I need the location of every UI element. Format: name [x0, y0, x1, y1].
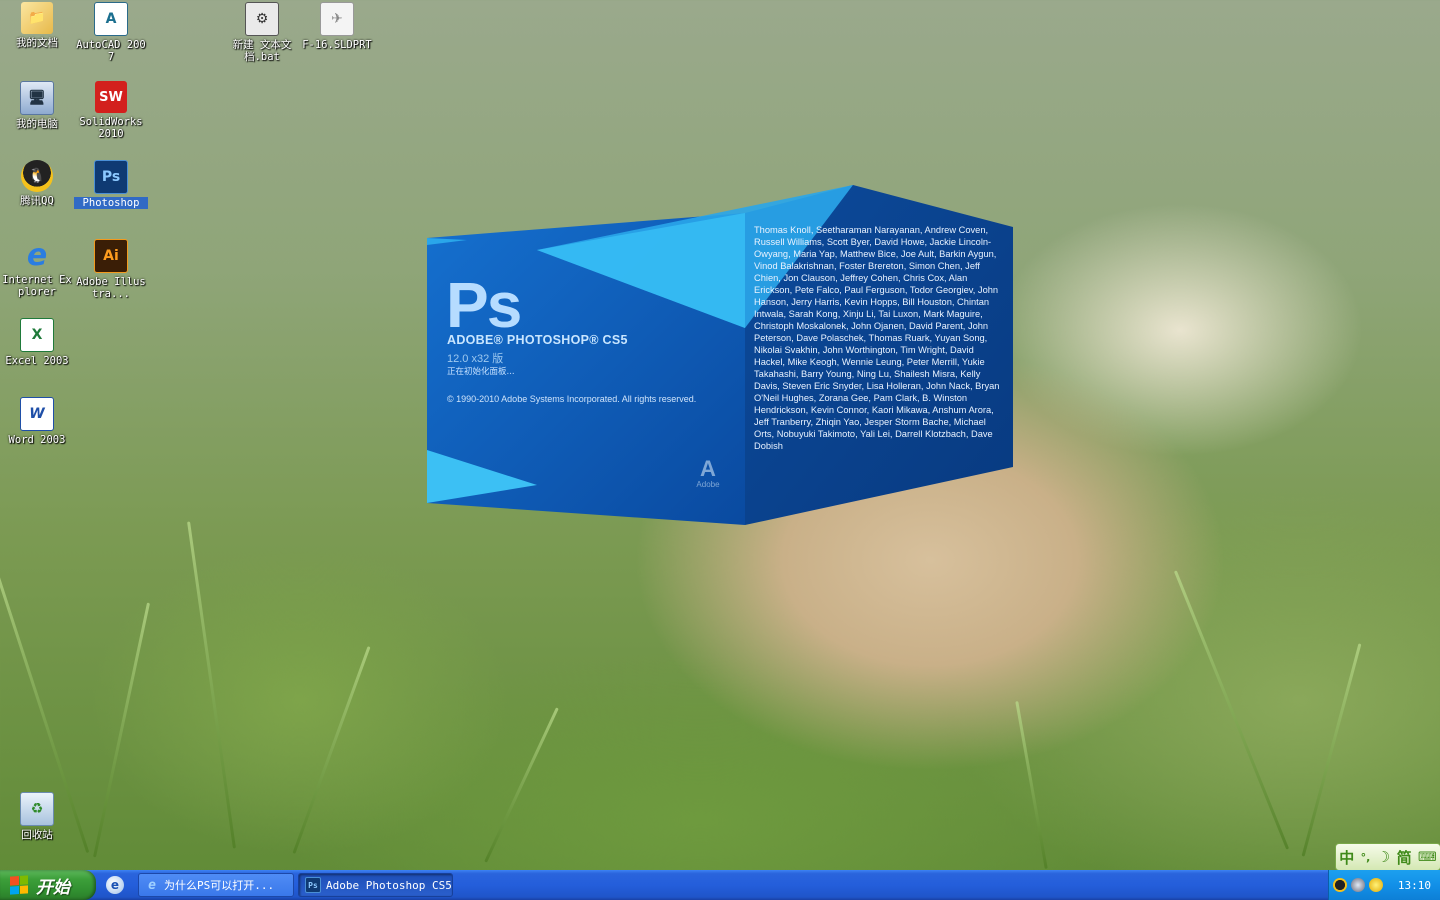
- ime-punct-toggle[interactable]: °,: [1361, 851, 1371, 864]
- solidworks-icon: SW: [95, 81, 127, 113]
- security-tray-icon[interactable]: [1369, 878, 1383, 892]
- qq-tray-icon[interactable]: [1333, 878, 1347, 892]
- desktop-icon-internet-explorer[interactable]: e Internet Explorer: [0, 237, 74, 299]
- adobe-logo: A Adobe: [696, 456, 720, 490]
- word-icon: W: [20, 397, 54, 431]
- taskbar-button-ie-window[interactable]: e 为什么PS可以打开...: [138, 873, 294, 897]
- desktop-icon-batch-file[interactable]: ⚙ 新建 文本文档.bat: [225, 2, 299, 63]
- photoshop-logo: Ps: [446, 269, 522, 341]
- desktop-icon-my-computer[interactable]: 🖥 我的电脑: [0, 81, 74, 130]
- desktop-icon-illustrator[interactable]: Ai Adobe Illustra...: [74, 239, 148, 300]
- my-computer-icon: 🖥: [20, 81, 54, 115]
- desktop-icon-recycle-bin[interactable]: ♻ 回收站: [0, 792, 74, 841]
- desktop-icon-photoshop[interactable]: Ps Photoshop: [74, 160, 148, 209]
- version-label: 12.0 x32 版: [447, 353, 504, 365]
- ime-language-bar[interactable]: 中 °, ☽ 简 ⌨: [1335, 843, 1440, 871]
- photoshop-icon: Ps: [305, 877, 321, 893]
- taskbar-button-label: Adobe Photoshop CS5: [326, 878, 452, 892]
- ime-simplified-toggle[interactable]: 简: [1397, 847, 1412, 868]
- autocad-icon: A: [94, 2, 128, 36]
- keyboard-icon[interactable]: ⌨: [1418, 850, 1437, 865]
- credits-list: Thomas Knoll, Seetharaman Narayanan, And…: [754, 225, 1000, 451]
- product-name: ADOBE® PHOTOSHOP® CS5: [447, 333, 628, 347]
- taskbar-button-label: 为什么PS可以打开...: [164, 879, 275, 892]
- start-label: 开始: [36, 877, 70, 898]
- copyright-notice: © 1990-2010 Adobe Systems Incorporated. …: [447, 394, 697, 404]
- system-tray: 13:10: [1328, 870, 1440, 900]
- taskbar-button-photoshop[interactable]: Ps Adobe Photoshop CS5: [298, 873, 453, 897]
- excel-icon: X: [20, 318, 54, 352]
- recycle-bin-icon: ♻: [20, 792, 54, 826]
- desktop-icon-solidworks[interactable]: SW SolidWorks 2010: [74, 81, 148, 140]
- desktop-icon-word[interactable]: W Word 2003: [0, 397, 74, 446]
- qq-icon: 🐧: [21, 160, 53, 192]
- desktop-icon-excel[interactable]: X Excel 2003: [0, 318, 74, 367]
- desktop-icon-qq[interactable]: 🐧 腾讯QQ: [0, 160, 74, 207]
- network-tray-icon[interactable]: [1351, 878, 1365, 892]
- taskbar: 开始 e e 为什么PS可以打开... Ps Adobe Photoshop C…: [0, 870, 1440, 900]
- loading-status: 正在初始化面板...: [447, 367, 515, 377]
- my-documents-icon: 📁: [21, 2, 53, 34]
- sldprt-file-icon: ✈: [320, 2, 354, 36]
- windows-flag-icon: [10, 875, 28, 895]
- start-button[interactable]: 开始: [0, 870, 96, 900]
- desktop-icon-autocad[interactable]: A AutoCAD 2007: [74, 2, 148, 63]
- moon-icon[interactable]: ☽: [1377, 848, 1390, 866]
- desktop-icon-my-documents[interactable]: 📁 我的文档: [0, 2, 74, 49]
- clock[interactable]: 13:10: [1398, 879, 1431, 892]
- illustrator-icon: Ai: [94, 239, 128, 273]
- batch-file-icon: ⚙: [245, 2, 279, 36]
- quick-launch-ie-icon[interactable]: e: [106, 876, 124, 894]
- desktop-icon-sldprt-file[interactable]: ✈ F-16.SLDPRT: [300, 2, 374, 51]
- internet-explorer-icon: e: [26, 237, 48, 273]
- ie-icon: e: [148, 877, 156, 893]
- ime-mode-toggle[interactable]: 中: [1339, 847, 1354, 868]
- photoshop-icon: Ps: [94, 160, 128, 194]
